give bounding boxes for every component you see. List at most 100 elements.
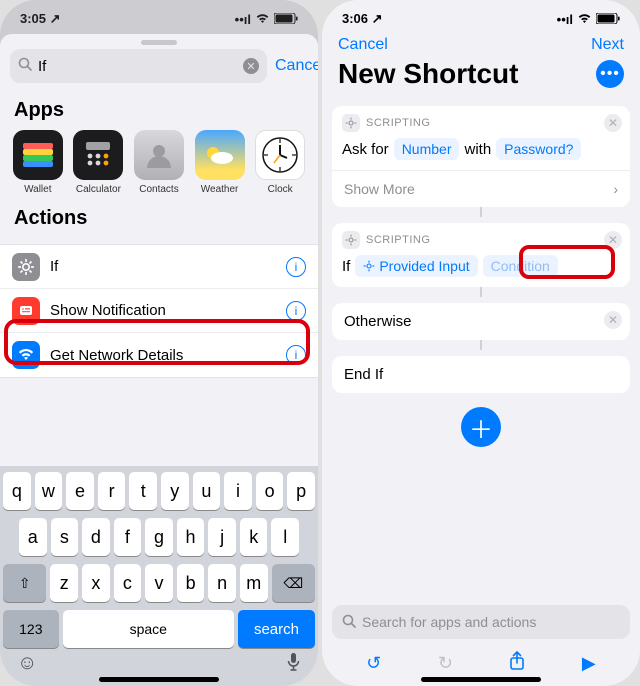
key-r[interactable]: r [98, 472, 126, 510]
battery-icon [596, 12, 620, 27]
backspace-key[interactable]: ⌫ [272, 564, 315, 602]
shortcut-editor-screen: 3:06 ↗ ••ıl Cancel Next New Shortcut •••… [322, 0, 640, 686]
chevron-right-icon: › [613, 181, 618, 197]
ask-for-input-card[interactable]: ✕ SCRIPTING Ask for Number with Password… [332, 106, 630, 207]
action-if[interactable]: If i [0, 245, 318, 289]
sheet-grabber[interactable] [141, 40, 177, 45]
if-condition-token[interactable]: Condition [483, 255, 558, 277]
key-l[interactable]: l [271, 518, 299, 556]
gear-icon [342, 231, 360, 249]
key-v[interactable]: v [145, 564, 173, 602]
home-indicator[interactable] [99, 677, 219, 682]
add-action-button[interactable]: ＋ [461, 407, 501, 447]
if-input-token[interactable]: Provided Input [355, 255, 477, 277]
clock-icon [255, 130, 305, 180]
close-icon[interactable]: ✕ [604, 231, 622, 249]
otherwise-card[interactable]: ✕ Otherwise [332, 303, 630, 340]
apps-row: Wallet Calculator Contacts [0, 130, 318, 199]
key-a[interactable]: a [19, 518, 47, 556]
emoji-key[interactable]: ☺ [17, 652, 37, 678]
actions-list: If i Show Notification i Get Network Det… [0, 244, 318, 378]
space-key[interactable]: space [63, 610, 234, 648]
status-bar: 3:06 ↗ ••ıl [322, 0, 640, 34]
key-p[interactable]: p [287, 472, 315, 510]
ask-prompt-token[interactable]: Password? [496, 138, 581, 160]
close-icon[interactable]: ✕ [604, 311, 622, 329]
shift-key[interactable]: ⇧ [3, 564, 46, 602]
endif-card[interactable]: End If [332, 356, 630, 393]
key-n[interactable]: n [208, 564, 236, 602]
search-icon [18, 57, 32, 76]
signal-icon: ••ıl [557, 12, 573, 27]
search-actions-screen: 3:05 ↗ ••ıl ✕ [0, 0, 318, 686]
key-j[interactable]: j [208, 518, 236, 556]
wifi-icon [12, 341, 40, 369]
search-input[interactable] [38, 58, 237, 75]
keyboard: qwertyuiop asdfghjkl ⇧ zxcvbnm ⌫ 123 spa… [0, 466, 318, 686]
gear-icon [363, 260, 375, 272]
app-clock[interactable]: Clock [254, 130, 306, 195]
cancel-button[interactable]: Cancel [275, 57, 318, 75]
wallet-icon [13, 130, 63, 180]
app-wallet[interactable]: Wallet [12, 130, 64, 195]
cancel-button[interactable]: Cancel [338, 36, 388, 54]
if-card[interactable]: ✕ SCRIPTING If Provided Input Condition [332, 223, 630, 287]
key-c[interactable]: c [114, 564, 142, 602]
key-o[interactable]: o [256, 472, 284, 510]
bottom-search[interactable]: Search for apps and actions [332, 605, 630, 639]
info-icon[interactable]: i [286, 257, 306, 277]
key-f[interactable]: f [114, 518, 142, 556]
next-button[interactable]: Next [591, 36, 624, 54]
key-b[interactable]: b [177, 564, 205, 602]
clear-icon[interactable]: ✕ [243, 58, 259, 74]
apps-header: Apps [0, 91, 318, 130]
key-g[interactable]: g [145, 518, 173, 556]
key-e[interactable]: e [66, 472, 94, 510]
ask-type-token[interactable]: Number [394, 138, 460, 160]
key-m[interactable]: m [240, 564, 268, 602]
home-indicator[interactable] [421, 677, 541, 682]
nav-bar: Cancel Next [322, 34, 640, 54]
search-box[interactable]: ✕ [10, 49, 267, 83]
redo-button[interactable]: ↻ [438, 653, 453, 674]
notification-icon [12, 297, 40, 325]
action-show-notification[interactable]: Show Notification i [0, 289, 318, 333]
undo-button[interactable]: ↺ [366, 653, 381, 674]
key-x[interactable]: x [82, 564, 110, 602]
key-t[interactable]: t [129, 472, 157, 510]
key-h[interactable]: h [177, 518, 205, 556]
key-u[interactable]: u [193, 472, 221, 510]
key-w[interactable]: w [35, 472, 63, 510]
key-z[interactable]: z [50, 564, 78, 602]
page-title: New Shortcut [338, 58, 518, 90]
app-weather[interactable]: Weather [194, 130, 246, 195]
mic-key[interactable] [286, 652, 301, 678]
key-q[interactable]: q [3, 472, 31, 510]
key-d[interactable]: d [82, 518, 110, 556]
app-contacts[interactable]: Contacts [133, 130, 185, 195]
number-key[interactable]: 123 [3, 610, 59, 648]
run-button[interactable]: ▶ [582, 653, 596, 674]
search-key[interactable]: search [238, 610, 315, 648]
bottom-search-placeholder: Search for apps and actions [362, 614, 536, 630]
share-button[interactable] [509, 651, 525, 676]
gear-icon [12, 253, 40, 281]
info-icon[interactable]: i [286, 345, 306, 365]
key-k[interactable]: k [240, 518, 268, 556]
status-time: 3:06 [342, 11, 368, 26]
info-icon[interactable]: i [286, 301, 306, 321]
key-i[interactable]: i [224, 472, 252, 510]
key-s[interactable]: s [51, 518, 79, 556]
search-icon [342, 614, 356, 631]
more-button[interactable]: ••• [596, 60, 624, 88]
contacts-icon [134, 130, 184, 180]
action-get-network[interactable]: Get Network Details i [0, 333, 318, 377]
status-right: ••ıl [557, 12, 620, 27]
location-icon: ↗ [372, 11, 383, 26]
show-more-row[interactable]: Show More › [332, 170, 630, 207]
close-icon[interactable]: ✕ [604, 114, 622, 132]
actions-header: Actions [0, 199, 318, 238]
app-calculator[interactable]: Calculator [73, 130, 125, 195]
gear-icon [342, 114, 360, 132]
key-y[interactable]: y [161, 472, 189, 510]
